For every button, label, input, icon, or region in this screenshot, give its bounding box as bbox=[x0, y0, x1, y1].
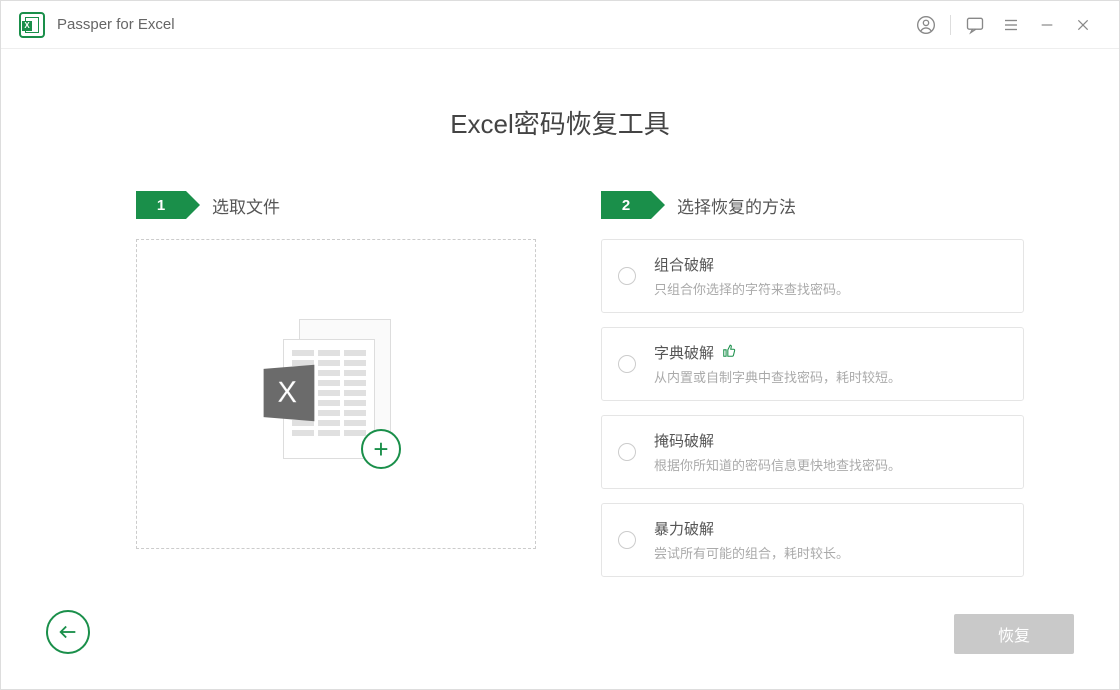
user-icon[interactable] bbox=[908, 7, 944, 43]
minimize-icon[interactable] bbox=[1029, 7, 1065, 43]
step2-header: 2 选择恢复的方法 bbox=[601, 191, 1024, 219]
radio-icon bbox=[618, 267, 636, 285]
option-bruteforce[interactable]: 暴力破解 尝试所有可能的组合，耗时较长。 bbox=[601, 503, 1024, 577]
option-mask[interactable]: 掩码破解 根据你所知道的密码信息更快地查找密码。 bbox=[601, 415, 1024, 489]
option-title: 暴力破解 bbox=[654, 518, 714, 539]
option-desc: 只组合你选择的字符来查找密码。 bbox=[654, 279, 1007, 298]
step2-label: 选择恢复的方法 bbox=[677, 193, 796, 218]
page-title: Excel密码恢复工具 bbox=[1, 104, 1119, 141]
feedback-icon[interactable] bbox=[957, 7, 993, 43]
option-desc: 尝试所有可能的组合，耗时较长。 bbox=[654, 543, 1007, 562]
step1-panel: 1 选取文件 X + bbox=[136, 191, 536, 591]
add-file-icon: + bbox=[361, 429, 401, 469]
file-dropzone[interactable]: X + bbox=[136, 239, 536, 549]
option-title: 字典破解 bbox=[654, 342, 714, 363]
option-desc: 根据你所知道的密码信息更快地查找密码。 bbox=[654, 455, 1007, 474]
thumbs-up-icon bbox=[722, 344, 736, 361]
option-title: 组合破解 bbox=[654, 254, 714, 275]
menu-icon[interactable] bbox=[993, 7, 1029, 43]
step2-badge: 2 bbox=[601, 191, 651, 219]
option-title: 掩码破解 bbox=[654, 430, 714, 451]
excel-file-icon: X + bbox=[261, 319, 411, 469]
back-button[interactable] bbox=[46, 610, 90, 654]
content: 1 选取文件 X + bbox=[1, 141, 1119, 591]
titlebar: X Passper for Excel bbox=[1, 1, 1119, 49]
radio-icon bbox=[618, 531, 636, 549]
step1-header: 1 选取文件 bbox=[136, 191, 536, 219]
app-title: Passper for Excel bbox=[57, 16, 175, 33]
option-desc: 从内置或自制字典中查找密码，耗时较短。 bbox=[654, 367, 1007, 386]
radio-icon bbox=[618, 355, 636, 373]
step2-panel: 2 选择恢复的方法 组合破解 只组合你选择的字符来查找密码。 字典破解 从内置或… bbox=[601, 191, 1024, 591]
step1-label: 选取文件 bbox=[212, 193, 280, 218]
radio-icon bbox=[618, 443, 636, 461]
recover-button[interactable]: 恢复 bbox=[954, 614, 1074, 654]
close-icon[interactable] bbox=[1065, 7, 1101, 43]
step1-badge: 1 bbox=[136, 191, 186, 219]
option-combination[interactable]: 组合破解 只组合你选择的字符来查找密码。 bbox=[601, 239, 1024, 313]
app-logo-icon: X bbox=[19, 12, 45, 38]
option-dictionary[interactable]: 字典破解 从内置或自制字典中查找密码，耗时较短。 bbox=[601, 327, 1024, 401]
